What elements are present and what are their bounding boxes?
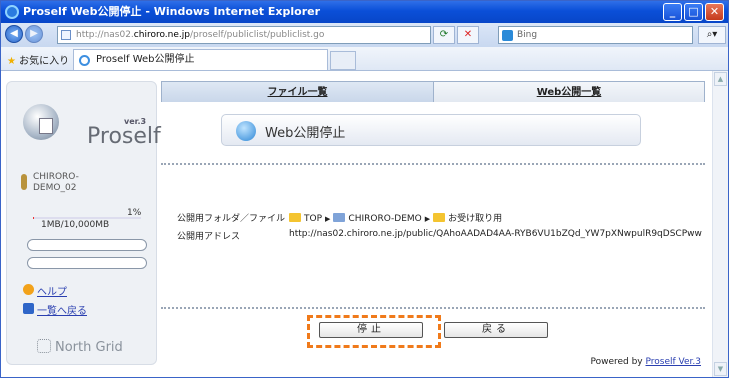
favorites-label: お気に入り: [19, 56, 70, 67]
tab-title: Proself Web公開停止: [96, 54, 195, 65]
usage-bar: [33, 217, 141, 219]
stop-icon[interactable]: ✕: [457, 26, 479, 44]
browser-tab[interactable]: Proself Web公開停止: [73, 49, 328, 70]
back-icon[interactable]: ◀: [5, 25, 23, 43]
address-prefix: http://nas02.: [76, 30, 134, 40]
folder-icon: [333, 213, 346, 222]
bing-icon: [502, 30, 513, 41]
address-label: 公開用アドレス: [177, 232, 241, 242]
proself-version-link[interactable]: Proself Ver.3: [646, 357, 702, 367]
proself-logo-icon: [23, 104, 59, 140]
path-subfolder: お受け取り用: [448, 214, 503, 224]
window-title: Proself Web公開停止 - Windows Internet Explo…: [23, 5, 321, 18]
folder-row: 公開用フォルダ／ファイル TOP ▶ CHIRORO-DEMO ▶ お受け取り用: [177, 211, 502, 224]
north-grid-icon: [37, 339, 51, 353]
browser-window: Proself Web公開停止 - Windows Internet Explo…: [0, 0, 729, 378]
address-row-info: 公開用アドレス http://nas02.chiroro.ne.jp/publi…: [177, 229, 702, 242]
sidebar-field-1[interactable]: [27, 239, 147, 251]
page-icon: [61, 30, 71, 40]
tab-web-public-list[interactable]: Web公開一覧: [433, 81, 705, 102]
scroll-up-icon[interactable]: ▲: [714, 72, 727, 86]
usage-bar-fill: [33, 217, 35, 219]
back-list-icon: [23, 303, 34, 314]
ie-icon: [5, 5, 19, 19]
scroll-down-icon[interactable]: ▼: [714, 362, 727, 376]
new-tab-button[interactable]: [330, 51, 356, 70]
folder-icon: [289, 213, 301, 222]
close-button[interactable]: ✕: [705, 3, 724, 21]
folder-icon: [433, 213, 446, 222]
back-to-list-link[interactable]: 一覧へ戻る: [37, 302, 87, 317]
path-folder: CHIRORO-DEMO: [348, 214, 422, 224]
tab-file-list[interactable]: ファイル一覧: [161, 81, 433, 102]
tab-ie-icon: [79, 55, 90, 66]
address-bar[interactable]: http://nas02.chiroro.ne.jp/proself/publi…: [57, 26, 431, 44]
brand-name: Proself: [87, 124, 161, 149]
panel-header: Web公開停止: [221, 114, 641, 146]
usage-text: 1MB/10,000MB: [41, 220, 110, 230]
title-bar: Proself Web公開停止 - Windows Internet Explo…: [1, 1, 728, 23]
minimize-button[interactable]: _: [663, 3, 682, 21]
divider-bottom: [161, 307, 705, 309]
globe-icon: [236, 121, 256, 141]
forward-icon[interactable]: ▶: [25, 25, 43, 43]
user-icon: [21, 174, 27, 190]
public-address: http://nas02.chiroro.ne.jp/public/QAhoAA…: [289, 229, 702, 239]
search-icon[interactable]: ⌕▾: [698, 26, 726, 44]
maximize-button[interactable]: □: [684, 3, 703, 21]
divider-top: [161, 163, 705, 165]
folder-label: 公開用フォルダ／ファイル: [177, 214, 286, 224]
address-row: ◀ ▶ http://nas02.chiroro.ne.jp/proself/p…: [1, 23, 728, 47]
favorites-bar: ★ お気に入り Proself Web公開停止: [1, 47, 728, 71]
search-placeholder: Bing: [517, 30, 538, 40]
back-button[interactable]: 戻る: [444, 322, 548, 338]
star-icon: ★: [7, 56, 16, 67]
user-info: CHIRORO- DEMO_02: [21, 172, 79, 194]
north-grid-logo: North Grid: [37, 339, 123, 355]
panel-title: Web公開停止: [265, 126, 346, 141]
page-content: ▲ ▼ ver.3 Proself CHIRORO- DEMO_02 1% 1M…: [1, 71, 728, 377]
path-arrow-icon: ▶: [424, 215, 431, 223]
address-domain: chiroro.ne.jp: [133, 30, 190, 40]
scrollbar[interactable]: ▲ ▼: [712, 71, 728, 377]
main-panel: ファイル一覧 Web公開一覧 Web公開停止 公開用フォルダ／ファイル TOP ▶…: [161, 81, 705, 373]
help-link[interactable]: ヘルプ: [37, 283, 67, 298]
favorites-button[interactable]: ★ お気に入り: [7, 52, 69, 67]
search-input[interactable]: Bing: [498, 26, 693, 44]
user-line-2: DEMO_02: [33, 183, 77, 193]
help-icon: [23, 284, 34, 295]
path-top: TOP: [304, 214, 323, 224]
powered-prefix: Powered by: [590, 357, 646, 367]
address-path: /proself/publiclist/publiclist.go: [190, 30, 325, 40]
path-arrow-icon: ▶: [325, 215, 331, 223]
sidebar: ver.3 Proself CHIRORO- DEMO_02 1% 1MB/10…: [6, 81, 161, 365]
north-grid-text: North Grid: [55, 340, 123, 355]
user-line-1: CHIRORO-: [33, 172, 79, 182]
sidebar-field-2[interactable]: [27, 257, 147, 269]
powered-by: Powered by Proself Ver.3: [590, 357, 701, 367]
stop-button[interactable]: 停止: [319, 322, 423, 338]
refresh-icon[interactable]: ⟳: [433, 26, 455, 44]
